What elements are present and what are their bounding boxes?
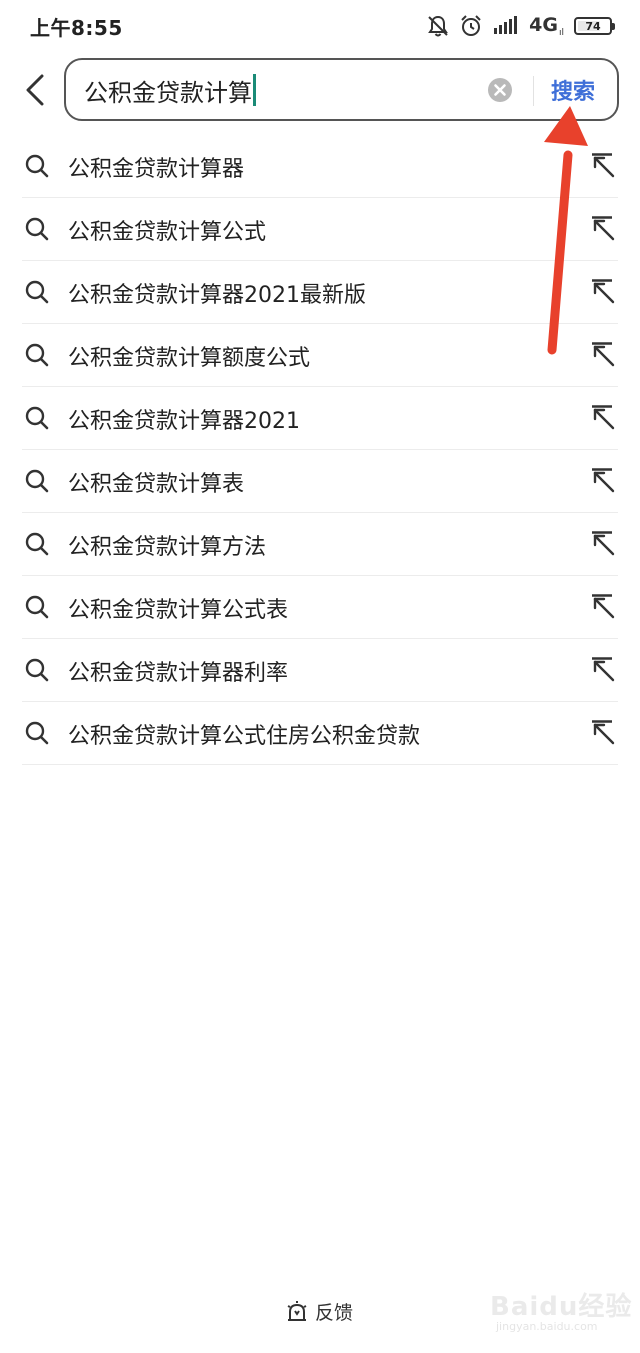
feedback-icon xyxy=(287,1300,307,1321)
search-icon xyxy=(25,469,49,493)
clear-button[interactable] xyxy=(486,76,514,104)
suggestion-item[interactable]: 公积金贷款计算公式住房公积金贷款 xyxy=(22,702,618,765)
feedback-label: 反馈 xyxy=(315,1302,354,1324)
arrow-up-left-icon[interactable] xyxy=(590,656,616,682)
suggestion-text: 公积金贷款计算器 xyxy=(68,157,245,182)
search-box: 公积金贷款计算 搜索 xyxy=(64,58,619,121)
network-type: 4Gıl xyxy=(529,13,564,39)
battery-icon: 74 xyxy=(574,17,615,35)
feedback-button[interactable]: 反馈 xyxy=(285,1298,353,1325)
mute-bell-icon xyxy=(427,14,449,38)
suggestion-item[interactable]: 公积金贷款计算表 xyxy=(22,450,618,513)
search-icon xyxy=(25,217,49,241)
arrow-up-left-icon[interactable] xyxy=(590,341,616,367)
battery-percent: 74 xyxy=(585,19,601,33)
back-button[interactable] xyxy=(16,68,54,112)
suggestion-item[interactable]: 公积金贷款计算公式 xyxy=(22,198,618,261)
clear-circle-icon xyxy=(488,78,512,102)
status-bar: 上午8:55 4Gıl 74 xyxy=(0,0,640,52)
arrow-up-left-icon[interactable] xyxy=(590,467,616,493)
suggestion-text: 公积金贷款计算额度公式 xyxy=(68,346,311,371)
arrow-up-left-icon[interactable] xyxy=(590,593,616,619)
search-icon xyxy=(25,280,49,304)
arrow-up-left-icon[interactable] xyxy=(590,152,616,178)
arrow-up-left-icon[interactable] xyxy=(590,278,616,304)
suggestion-list: 公积金贷款计算器 公积金贷款计算公式公积金贷款计算器2021最新版 公积金贷款计算额… xyxy=(22,135,618,765)
text-caret xyxy=(253,74,256,106)
suggestion-item[interactable]: 公积金贷款计算额度公式 xyxy=(22,324,618,387)
suggestion-text: 公积金贷款计算表 xyxy=(68,472,245,497)
search-button[interactable]: 搜索 xyxy=(551,74,595,106)
suggestion-text: 公积金贷款计算方法 xyxy=(68,535,267,560)
search-query-text: 公积金贷款计算 xyxy=(84,78,252,107)
search-icon xyxy=(25,406,49,430)
search-icon xyxy=(25,658,49,682)
status-time: 上午8:55 xyxy=(30,16,123,40)
suggestion-text: 公积金贷款计算公式表 xyxy=(68,598,289,623)
arrow-up-left-icon[interactable] xyxy=(590,404,616,430)
status-icons: 4Gıl 74 xyxy=(427,12,615,40)
suggestion-text: 公积金贷款计算器2021 xyxy=(68,409,300,434)
chevron-left-icon xyxy=(26,74,44,106)
search-icon xyxy=(25,532,49,556)
suggestion-item[interactable]: 公积金贷款计算器2021最新版 xyxy=(22,261,618,324)
search-input[interactable]: 公积金贷款计算 xyxy=(84,70,474,110)
watermark-logo: Baidu经验 jingyan.baidu.com xyxy=(490,1282,631,1344)
search-icon xyxy=(25,343,49,367)
watermark-text: Baidu经验 xyxy=(490,1292,633,1322)
suggestion-item[interactable]: 公积金贷款计算器 xyxy=(22,135,618,198)
alarm-clock-icon xyxy=(459,14,483,38)
arrow-up-left-icon[interactable] xyxy=(590,215,616,241)
arrow-up-left-icon[interactable] xyxy=(590,530,616,556)
search-icon xyxy=(25,154,49,178)
search-divider xyxy=(533,76,534,106)
suggestion-item[interactable]: 公积金贷款计算器利率 xyxy=(22,639,618,702)
suggestion-text: 公积金贷款计算器2021最新版 xyxy=(68,283,366,308)
suggestion-text: 公积金贷款计算公式 xyxy=(68,220,267,245)
suggestion-text: 公积金贷款计算公式住房公积金贷款 xyxy=(68,724,421,749)
suggestion-text: 公积金贷款计算器利率 xyxy=(68,661,289,686)
suggestion-item[interactable]: 公积金贷款计算方法 xyxy=(22,513,618,576)
signal-icon xyxy=(493,16,519,36)
search-icon xyxy=(25,721,49,745)
arrow-up-left-icon[interactable] xyxy=(590,719,616,745)
search-icon xyxy=(25,595,49,619)
suggestion-item[interactable]: 公积金贷款计算公式表 xyxy=(22,576,618,639)
watermark-url: jingyan.baidu.com xyxy=(496,1320,598,1333)
suggestion-item[interactable]: 公积金贷款计算器2021 xyxy=(22,387,618,450)
